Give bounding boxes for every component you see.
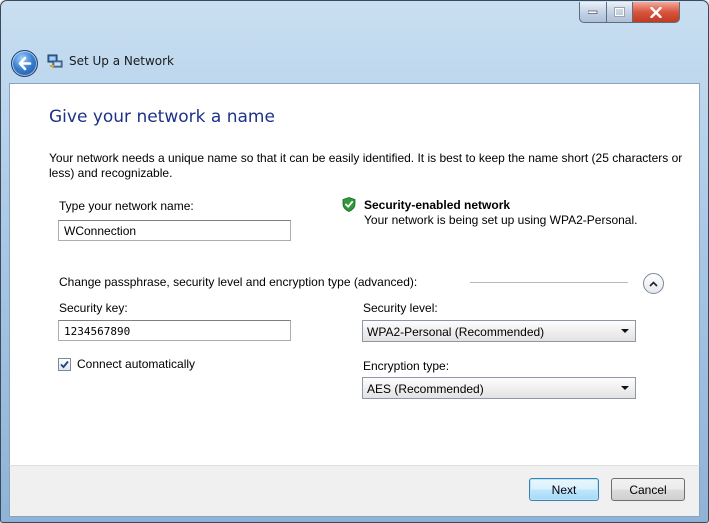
page-heading: Give your network a name [49, 107, 275, 127]
advanced-options-label: Change passphrase, security level and en… [59, 275, 418, 289]
network-name-label: Type your network name: [59, 199, 194, 213]
security-key-label: Security key: [59, 301, 128, 315]
back-button[interactable] [11, 50, 38, 77]
security-level-label: Security level: [363, 301, 438, 315]
security-key-input[interactable]: 1234567890 [58, 320, 291, 341]
chevron-up-icon [649, 280, 658, 287]
maximize-button[interactable] [607, 2, 633, 23]
back-arrow-icon [18, 56, 32, 71]
advanced-divider [470, 282, 628, 283]
connect-automatically-checkbox[interactable] [58, 358, 71, 371]
close-icon [650, 6, 662, 18]
setup-network-window: Set Up a Network [0, 0, 709, 523]
wizard-content [9, 83, 700, 465]
security-level-value: WPA2-Personal (Recommended) [367, 325, 545, 339]
minimize-button[interactable] [579, 2, 607, 23]
checkmark-icon [60, 360, 69, 369]
encryption-type-label: Encryption type: [363, 359, 450, 373]
encryption-type-select[interactable]: AES (Recommended) [362, 377, 636, 399]
network-setup-icon [47, 54, 63, 68]
dropdown-arrow-icon [621, 329, 629, 333]
encryption-type-value: AES (Recommended) [367, 382, 484, 396]
network-name-input[interactable]: WConnection [58, 220, 291, 241]
cancel-button[interactable]: Cancel [611, 478, 685, 501]
maximize-icon [614, 7, 625, 17]
title-bar: Set Up a Network [1, 1, 708, 83]
next-button[interactable]: Next [529, 478, 599, 501]
page-description: Your network needs a unique name so that… [49, 151, 683, 180]
caption-buttons [579, 2, 703, 23]
connect-automatically-label[interactable]: Connect automatically [77, 357, 195, 371]
collapse-advanced-button[interactable] [643, 273, 664, 294]
security-level-select[interactable]: WPA2-Personal (Recommended) [362, 320, 636, 342]
dropdown-arrow-icon [621, 386, 629, 390]
security-status-title: Security-enabled network [364, 198, 511, 212]
shield-check-icon [342, 197, 356, 212]
security-status-description: Your network is being set up using WPA2-… [364, 213, 638, 227]
window-title: Set Up a Network [69, 54, 175, 68]
minimize-icon [588, 10, 598, 14]
close-button[interactable] [633, 2, 680, 23]
